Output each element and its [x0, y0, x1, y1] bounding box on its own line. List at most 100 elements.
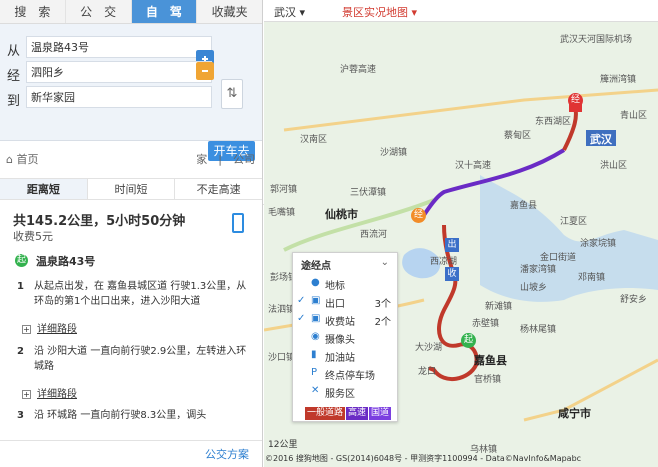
city-label: 咸宁市 [558, 407, 591, 420]
tab-transit[interactable]: 公 交 [66, 0, 132, 23]
waypoint-label: 服务区 [325, 389, 355, 400]
route-preference-tabs: 距离短 时间短 不走高速 [0, 178, 262, 200]
expand-icon: + [22, 390, 31, 399]
parking-icon: P [311, 367, 318, 378]
toll-marker[interactable]: 收 [445, 267, 459, 281]
route-form: 从 温泉路43号 经 泗阳乡 到 新华家园 ⇅ 开车去 [0, 24, 262, 161]
map-label: 潘家湾镇 [520, 265, 557, 275]
map-label: 邓南镇 [578, 273, 606, 283]
toll-icon: ▣ [311, 313, 321, 324]
via-label: 经 [7, 69, 21, 84]
pin-icon: ● [311, 277, 320, 288]
map-label: 嘉鱼县 [510, 201, 538, 211]
step-number: 2 [17, 346, 24, 357]
waypoint-toggle-fuel[interactable]: ▮ 加油站 [297, 349, 397, 364]
tab-drive[interactable]: 自 驾 [131, 0, 198, 23]
swap-button[interactable]: ⇅ [221, 79, 243, 109]
map-label: 杨林尾镇 [520, 325, 557, 335]
waypoint-toggle-service[interactable]: ✕ 服务区 [297, 385, 397, 400]
step-detail-label: 详细路段 [37, 324, 77, 335]
map-label: 西凉湖 [430, 257, 458, 267]
map-label: 山坡乡 [520, 283, 548, 293]
waypoint-count: 2个 [374, 317, 391, 328]
map-label: 西流河 [360, 230, 388, 240]
home-label: 首页 [16, 153, 39, 166]
map-label: 龙口 [418, 367, 437, 377]
left-footer: 公交方案 [0, 440, 262, 467]
map-label: 东西湖区 [535, 117, 572, 127]
from-input[interactable]: 温泉路43号 [26, 36, 212, 58]
waypoint-toggle-toll[interactable]: ✓ ▣ 收费站 2个 [297, 313, 397, 328]
road-type-legend: 一般道路 高速 国道 [305, 407, 392, 420]
map-label: 金口街道 [540, 253, 577, 263]
tab-favorites[interactable]: 收藏夹 [197, 0, 262, 23]
home-link[interactable]: ⌂ 首页 [6, 151, 38, 167]
map-label: 三伏潭镇 [350, 188, 387, 198]
camera-icon: ◉ [311, 331, 320, 342]
legend-national-road: 国道 [369, 407, 392, 420]
waypoint-panel-title: 途经点 [301, 261, 331, 272]
legend-highway: 高速 [346, 407, 369, 420]
waypoint-toggle-landmark[interactable]: ● 地标 [297, 277, 397, 292]
map-label: 洪山区 [600, 161, 628, 171]
waypoint-label: 收费站 [325, 317, 355, 328]
waypoint-label: 加油站 [325, 353, 355, 364]
pref-fastest[interactable]: 时间短 [88, 179, 176, 199]
waypoint-count: 3个 [374, 299, 391, 310]
map-label: 武汉天河国际机场 [560, 35, 633, 45]
to-input[interactable]: 新华家园 [26, 86, 212, 108]
remove-via-icon[interactable] [196, 62, 214, 80]
waypoint-label: 摄像头 [325, 335, 355, 346]
map-label: 蔡甸区 [504, 131, 532, 141]
check-icon: ✓ [297, 295, 306, 306]
check-icon: ✓ [297, 313, 306, 324]
city-label: 嘉鱼县 [474, 354, 507, 367]
start-name: 温泉路43号 [36, 255, 96, 268]
expand-icon: + [22, 325, 31, 334]
map-label: 赤壁镇 [472, 319, 500, 329]
step-detail-link[interactable]: + 详细路段 [22, 320, 77, 335]
pref-no-highway[interactable]: 不走高速 [175, 179, 262, 199]
step-text: 沿 环城路 一直向前行驶8.3公里，调头 [34, 410, 207, 421]
map-copyright: ©2016 搜狗地图 - GS(2014)6048号 - 甲测资字1100994… [265, 454, 582, 463]
directions-panel: 搜 索 公 交 自 驾 收藏夹 从 温泉路43号 经 泗阳乡 到 新华家园 ⇅ … [0, 0, 263, 467]
map-label: 法泗镇 [268, 305, 296, 315]
city-label: 仙桃市 [325, 208, 358, 221]
map-label: 毛嘴镇 [268, 208, 296, 218]
map-label: 汉南区 [300, 135, 328, 145]
start-marker[interactable]: 起 [461, 333, 476, 348]
via-end-marker[interactable]: 经 [568, 93, 583, 108]
waypoint-toggle-parking[interactable]: P 终点停车场 [297, 367, 397, 382]
waypoint-toggle-camera[interactable]: ◉ 摄像头 [297, 331, 397, 346]
via-input[interactable]: 泗阳乡 [26, 61, 212, 83]
home-company-shortcuts[interactable]: 家 | 公司 [196, 151, 255, 167]
step-text: 从起点出发，在 嘉鱼县城区道 行驶1.3公里，从环岛的第1个出口出来，进入沙阳大… [34, 281, 247, 307]
home-bar: ⌂ 首页 家 | 公司 [0, 148, 262, 168]
exit-marker[interactable]: 出 [445, 238, 459, 252]
service-icon: ✕ [311, 385, 320, 396]
send-to-phone-icon[interactable] [232, 213, 244, 233]
from-row: 从 温泉路43号 [0, 36, 262, 68]
exit-icon: ▣ [311, 295, 321, 306]
waypoint-panel: 途经点 ⌄ ● 地标 ✓ ▣ 出口 3个 ✓ ▣ 收费站 2个 ◉ 摄像头 ▮ 加油站 P 终点停车… [292, 252, 398, 422]
via-marker[interactable]: 经 [411, 208, 426, 223]
road-label: 汉十高速 [455, 161, 492, 171]
pref-shortest[interactable]: 距离短 [0, 179, 88, 199]
city-label: 武汉 [590, 133, 612, 146]
step-detail-link[interactable]: + 详细路段 [22, 385, 77, 400]
waypoint-label: 地标 [325, 281, 345, 292]
map-label: 簰洲湾镇 [600, 75, 637, 85]
chevron-down-icon[interactable]: ⌄ [381, 257, 389, 268]
map-label: 沙湖镇 [380, 148, 408, 158]
step-number: 3 [17, 410, 24, 421]
to-label: 到 [7, 94, 21, 109]
transit-plan-link[interactable]: 公交方案 [205, 446, 249, 462]
scenic-map-link[interactable]: 景区实况地图 ▾ [342, 4, 417, 20]
route-summary: 共145.2公里，5小时50分钟 [13, 214, 186, 229]
fuel-icon: ▮ [311, 349, 317, 360]
city-selector[interactable]: 武汉 ▾ [274, 4, 305, 20]
map-label: 郭河镇 [270, 185, 298, 195]
from-label: 从 [7, 44, 21, 59]
tab-search[interactable]: 搜 索 [0, 0, 66, 23]
waypoint-toggle-exit[interactable]: ✓ ▣ 出口 3个 [297, 295, 397, 310]
